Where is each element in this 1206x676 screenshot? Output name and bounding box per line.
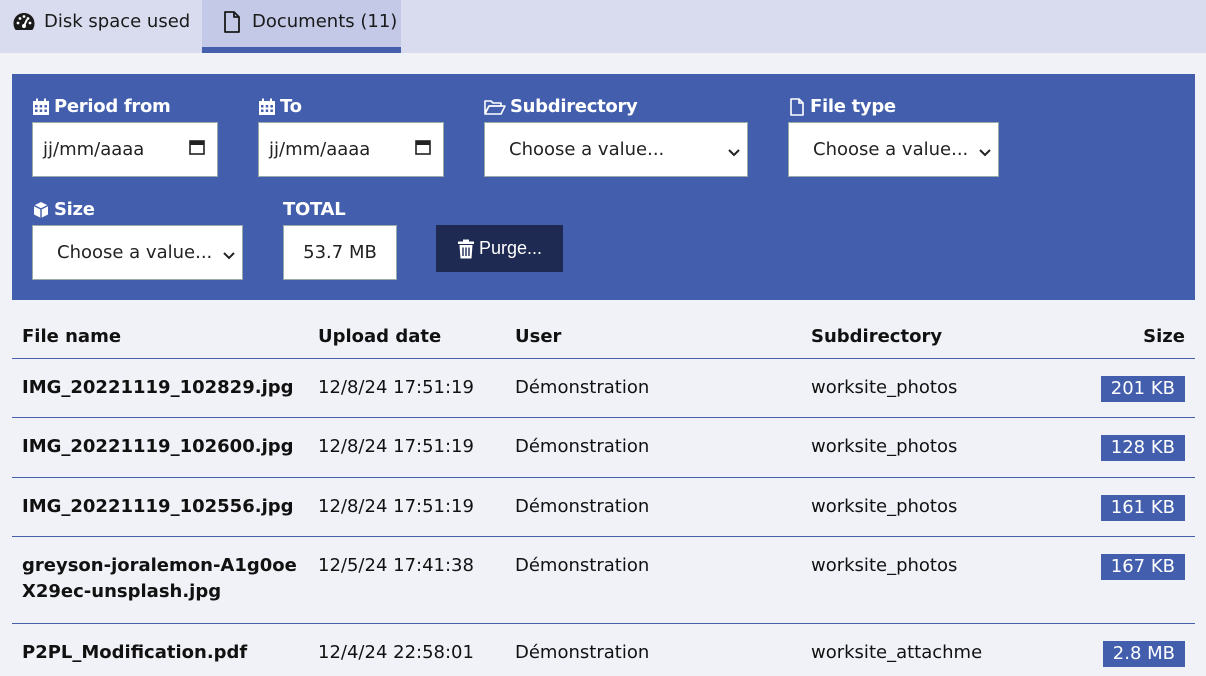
- size-badge: 161 KB: [1100, 495, 1185, 521]
- upload-date: 12/8/24 17:51:19: [318, 436, 474, 457]
- file-name[interactable]: IMG_20221119_102829.jpg: [22, 375, 302, 401]
- subdirectory-select[interactable]: Choose a value...: [484, 122, 748, 177]
- table-row[interactable]: IMG_20221119_102829.jpg 12/8/24 17:51:19…: [12, 359, 1195, 418]
- user: Démonstration: [515, 496, 650, 517]
- tab-documents[interactable]: Documents (11): [202, 0, 401, 53]
- size-badge: 167 KB: [1100, 554, 1185, 580]
- table-row[interactable]: IMG_20221119_102556.jpg 12/8/24 17:51:19…: [12, 478, 1195, 537]
- tab-label: Disk space used: [44, 11, 191, 32]
- table-row[interactable]: greyson-joralemon-A1g0oeX29ec-unsplash.j…: [12, 537, 1195, 624]
- document-icon: [220, 10, 244, 34]
- upload-date: 12/8/24 17:51:19: [318, 377, 474, 398]
- subdirectory: worksite_photos: [811, 496, 958, 517]
- column-header-subdirectory[interactable]: Subdirectory: [811, 326, 942, 347]
- cube-icon: [32, 201, 50, 219]
- calendar-icon: [258, 98, 276, 116]
- gauge-icon: [12, 10, 36, 34]
- tab-bar: Disk space used Documents (11): [0, 0, 1206, 53]
- to-input[interactable]: jj/mm/aaaa: [258, 122, 444, 177]
- calendar-picker-icon[interactable]: [415, 139, 431, 160]
- trash-icon: [457, 239, 475, 259]
- upload-date: 12/5/24 17:41:38: [318, 555, 474, 576]
- user: Démonstration: [515, 642, 650, 663]
- chevron-down-icon: [727, 143, 741, 157]
- to-label: To: [258, 96, 302, 117]
- table-row[interactable]: P2PL_Modification.pdf 12/4/24 22:58:01 D…: [12, 624, 1195, 676]
- file-type-select[interactable]: Choose a value...: [788, 122, 999, 177]
- subdirectory: worksite_photos: [811, 377, 958, 398]
- upload-date: 12/4/24 22:58:01: [318, 642, 474, 663]
- file-name[interactable]: P2PL_Modification.pdf: [22, 640, 302, 666]
- total-value: 53.7 MB: [283, 225, 397, 280]
- purge-button[interactable]: Purge...: [436, 225, 563, 272]
- period-from-input[interactable]: jj/mm/aaaa: [32, 122, 218, 177]
- tab-disk-space-used[interactable]: Disk space used: [12, 0, 200, 53]
- subdirectory: worksite_photos: [811, 555, 958, 576]
- size-select[interactable]: Choose a value...: [32, 225, 243, 280]
- column-header-upload-date[interactable]: Upload date: [318, 326, 441, 347]
- user: Démonstration: [515, 555, 650, 576]
- size-badge: 201 KB: [1100, 376, 1185, 402]
- file-name[interactable]: IMG_20221119_102556.jpg: [22, 494, 302, 520]
- tab-label: Documents (11): [252, 11, 398, 32]
- file-type-label: File type: [788, 96, 896, 117]
- calendar-picker-icon[interactable]: [189, 139, 205, 160]
- calendar-icon: [32, 98, 50, 116]
- subdirectory: worksite_photos: [811, 436, 958, 457]
- size-label: Size: [32, 199, 95, 220]
- chevron-down-icon: [222, 246, 236, 260]
- file-name[interactable]: greyson-joralemon-A1g0oeX29ec-unsplash.j…: [22, 553, 302, 605]
- size-badge: 128 KB: [1100, 435, 1185, 461]
- subdirectory: worksite_attachme: [811, 642, 983, 663]
- folder-open-icon: [484, 98, 506, 116]
- chevron-down-icon: [978, 143, 992, 157]
- column-header-user[interactable]: User: [515, 326, 561, 347]
- total-label: TOTAL: [283, 199, 346, 220]
- upload-date: 12/8/24 17:51:19: [318, 496, 474, 517]
- subdirectory-label: Subdirectory: [484, 96, 638, 117]
- file-icon: [788, 97, 806, 116]
- column-header-size[interactable]: Size: [1143, 326, 1185, 347]
- size-badge: 2.8 MB: [1102, 641, 1185, 667]
- period-from-label: Period from: [32, 96, 171, 117]
- user: Démonstration: [515, 377, 650, 398]
- user: Démonstration: [515, 436, 650, 457]
- filter-panel: Period from jj/mm/aaaa To jj/mm/aaaa Sub…: [12, 74, 1195, 300]
- table-row[interactable]: IMG_20221119_102600.jpg 12/8/24 17:51:19…: [12, 418, 1195, 478]
- file-name[interactable]: IMG_20221119_102600.jpg: [22, 434, 302, 460]
- column-header-file-name[interactable]: File name: [22, 326, 121, 347]
- table-header: File name Upload date User Subdirectory …: [12, 318, 1195, 359]
